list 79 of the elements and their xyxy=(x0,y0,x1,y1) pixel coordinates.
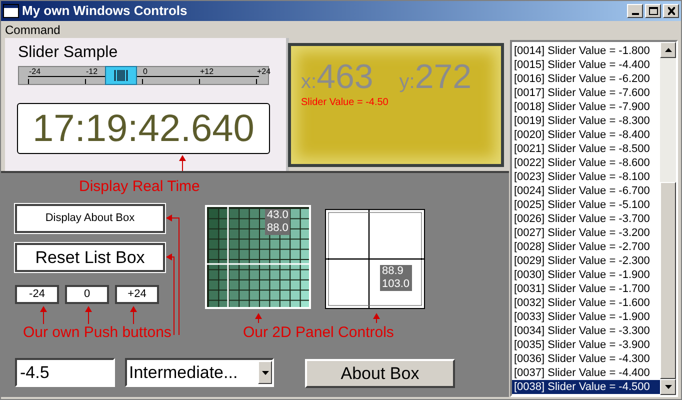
log-item[interactable]: [0024] Slider Value = -6.700 xyxy=(512,184,660,198)
log-item[interactable]: [0025] Slider Value = -5.100 xyxy=(512,198,660,212)
minimize-icon xyxy=(632,13,638,15)
log-item[interactable]: [0034] Slider Value = -3.300 xyxy=(512,324,660,338)
log-item[interactable]: [0029] Slider Value = -2.300 xyxy=(512,254,660,268)
caption-text: Display Real Time xyxy=(79,179,200,194)
caret-icon xyxy=(262,370,268,374)
coordinate-value: 43.0 xyxy=(267,209,288,222)
arrow-icon xyxy=(255,313,262,323)
log-item[interactable]: [0016] Slider Value = -6.200 xyxy=(512,72,660,86)
tick-label: -24 xyxy=(29,68,41,76)
log-item[interactable]: [0018] Slider Value = -7.900 xyxy=(512,100,660,114)
arrow-icon xyxy=(373,313,380,323)
clock-display: 17:19:42.640 xyxy=(17,103,270,154)
log-item[interactable]: [0021] Slider Value = -8.500 xyxy=(512,142,660,156)
x-value: 463 xyxy=(316,60,374,94)
maximize-button[interactable] xyxy=(645,4,661,18)
tick-label: -12 xyxy=(86,68,98,76)
y-label: y: xyxy=(399,72,415,92)
coordinate-value: 88.0 xyxy=(267,222,288,235)
tick-label: 0 xyxy=(143,68,148,76)
close-button[interactable] xyxy=(663,4,679,18)
minimize-button[interactable] xyxy=(627,4,643,18)
x-label: x: xyxy=(301,72,317,92)
log-item[interactable]: [0014] Slider Value = -1.800 xyxy=(512,44,660,58)
menu-item[interactable]: Command xyxy=(5,20,60,38)
log-item[interactable]: [0026] Slider Value = -3.700 xyxy=(512,212,660,226)
about-button[interactable]: About Box xyxy=(305,359,455,388)
slider-track[interactable]: -24 -12 0 +12 +24 xyxy=(18,66,269,85)
log-item[interactable]: [0037] Slider Value = -4.400 xyxy=(512,366,660,380)
log-item[interactable]: [0019] Slider Value = -8.300 xyxy=(512,114,660,128)
arrow-icon xyxy=(130,306,137,324)
log-item[interactable]: [0030] Slider Value = -1.900 xyxy=(512,268,660,282)
log-item[interactable]: [0033] Slider Value = -1.900 xyxy=(512,310,660,324)
slider-title: Slider Sample xyxy=(18,45,118,61)
step-button[interactable]: +24 xyxy=(115,285,159,304)
triangle-icon xyxy=(664,385,672,389)
log-item[interactable]: [0017] Slider Value = -7.600 xyxy=(512,86,660,100)
log-item[interactable]: [0035] Slider Value = -3.900 xyxy=(512,338,660,352)
log-item[interactable]: [0031] Slider Value = -1.700 xyxy=(512,282,660,296)
log-item[interactable]: [0038] Slider Value = -4.500 xyxy=(512,380,660,394)
coordinate-value: 103.0 xyxy=(382,278,410,291)
tick-label: +24 xyxy=(257,68,271,76)
value-field[interactable]: -4.5 xyxy=(15,358,115,387)
log-item[interactable]: [0015] Slider Value = -4.400 xyxy=(512,58,660,72)
window-title: My own Windows Controls xyxy=(22,2,188,20)
coordinate-value: 88.9 xyxy=(382,265,404,278)
step-button[interactable]: 0 xyxy=(65,285,109,304)
grid-panel[interactable]: 43.0 88.0 xyxy=(205,205,311,309)
tick-label: +12 xyxy=(200,68,214,76)
close-icon xyxy=(668,7,674,15)
arrow-icon xyxy=(179,155,186,171)
combo-value: Intermediate... xyxy=(128,362,239,384)
log-item[interactable]: [0022] Slider Value = -8.600 xyxy=(512,156,660,170)
slider-thumb[interactable] xyxy=(104,66,137,85)
push-button[interactable]: Display About Box xyxy=(15,204,165,233)
log-item[interactable]: [0028] Slider Value = -2.700 xyxy=(512,240,660,254)
scrollbar[interactable] xyxy=(660,42,676,395)
scroll-button[interactable] xyxy=(660,42,676,58)
caption-text: Our own Push buttons xyxy=(23,325,172,340)
window-icon xyxy=(3,4,19,18)
log-item[interactable]: [0027] Slider Value = -3.200 xyxy=(512,226,660,240)
triangle-icon xyxy=(664,48,672,52)
log-item[interactable]: [0036] Slider Value = -4.300 xyxy=(512,352,660,366)
maximize-icon xyxy=(648,7,658,15)
combo-box[interactable]: Intermediate... xyxy=(125,358,274,387)
caption-text: Our 2D Panel Controls xyxy=(243,325,394,340)
arrow-icon xyxy=(40,306,47,324)
arrow-icon xyxy=(85,306,92,324)
crosshair-panel[interactable]: 88.9 103.0 xyxy=(325,209,425,309)
log-item[interactable]: [0023] Slider Value = -8.100 xyxy=(512,170,660,184)
log-item[interactable]: [0020] Slider Value = -8.400 xyxy=(512,128,660,142)
step-button[interactable]: -24 xyxy=(15,285,59,304)
y-value: 272 xyxy=(414,60,472,94)
log-item[interactable]: [0032] Slider Value = -1.600 xyxy=(512,296,660,310)
dropdown-button[interactable] xyxy=(258,361,272,384)
slider-value-text: Slider Value = -4.50 xyxy=(301,98,388,108)
scroll-button[interactable] xyxy=(660,379,676,395)
push-button[interactable]: Reset List Box xyxy=(15,243,165,272)
